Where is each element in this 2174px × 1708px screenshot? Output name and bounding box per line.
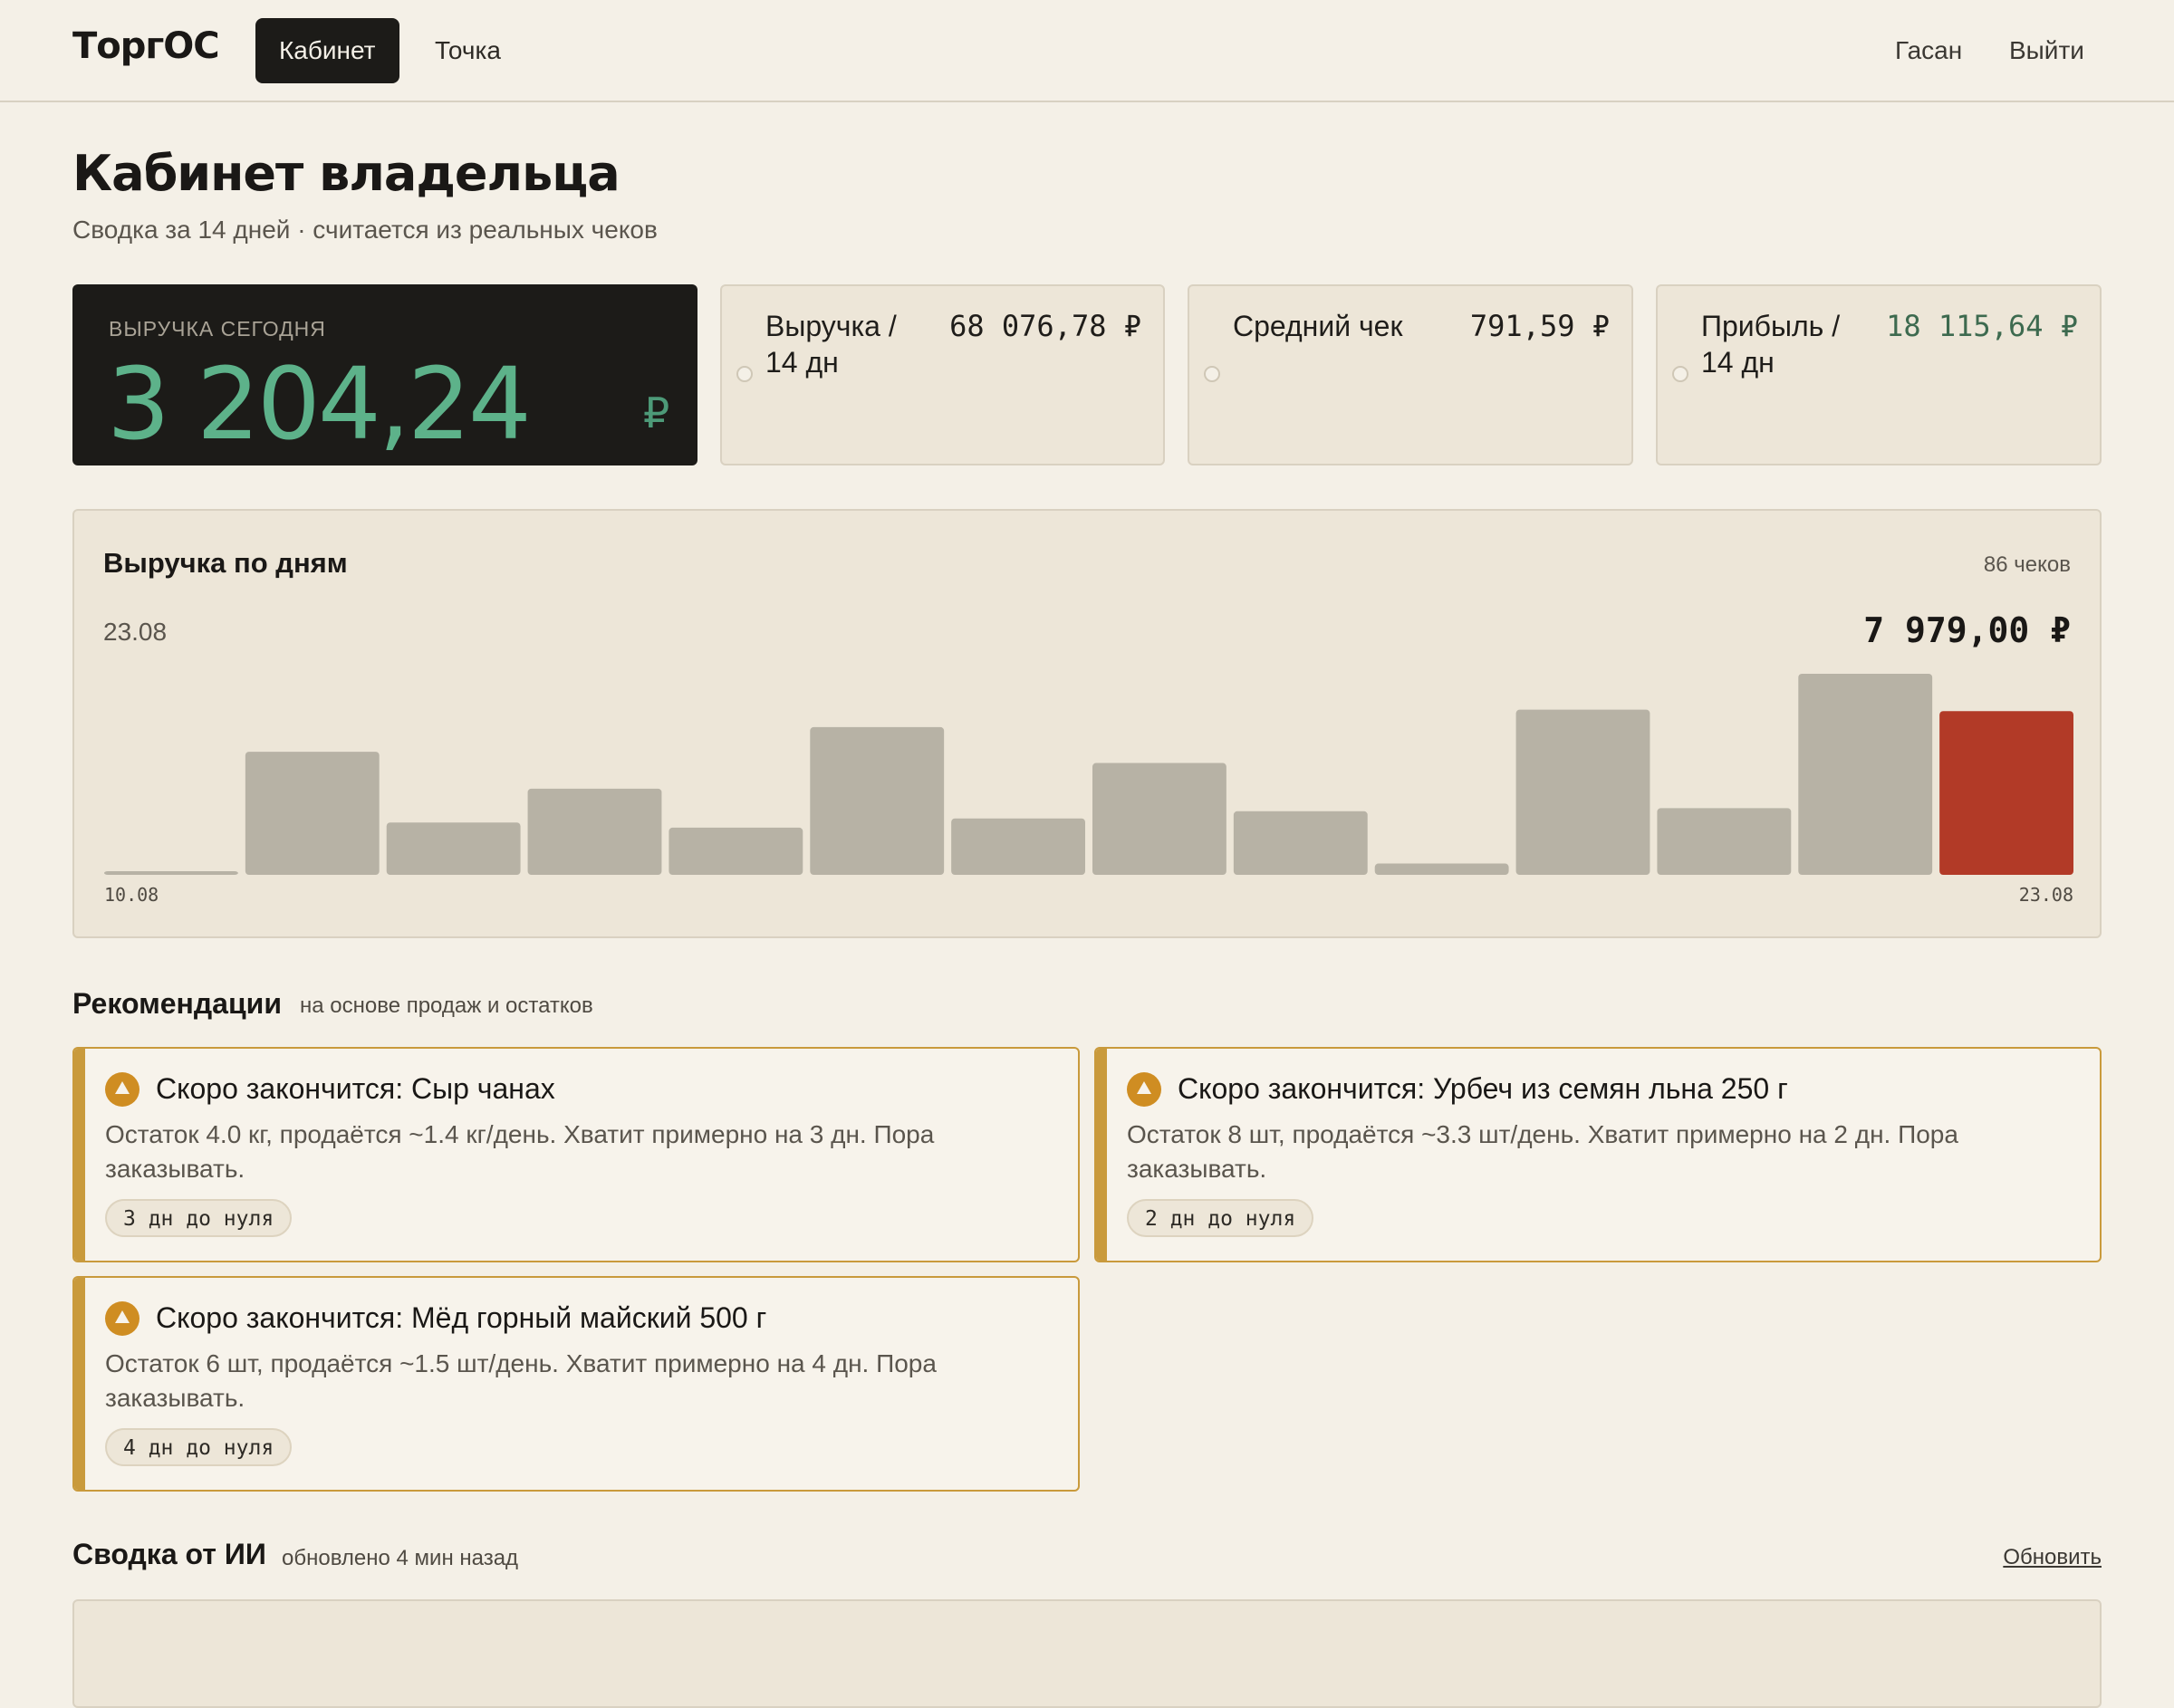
top-navigation: ТоргОС Кабинет Точка Гасан Выйти [0, 0, 2174, 102]
revenue-chart-panel: 10.08 23.08 Выручка по дням 86 чеков 23.0… [72, 509, 2102, 938]
page-subtitle: Сводка за 14 дней · считается из реальны… [72, 216, 658, 244]
warning-icon [105, 1072, 139, 1107]
kpi-label: Средний чек [1233, 310, 1403, 342]
days-left-badge: 4 дн до нуля [105, 1428, 293, 1466]
x-tick-label-end: 23.08 [2019, 884, 2073, 906]
page-title: Кабинет владельца [72, 145, 620, 202]
chart-bar-19.08[interactable] [1374, 863, 1509, 875]
ai-summary-panel [72, 1599, 2102, 1708]
tab-point[interactable]: Точка [411, 18, 524, 83]
kpi-today-label: ВЫРУЧКА СЕГОДНЯ [109, 317, 326, 341]
days-left-badge: 2 дн до нуля [1127, 1199, 1314, 1237]
chart-bar-10.08[interactable] [104, 871, 238, 875]
kpi-revenue-14d[interactable]: Выручка / 14 дн 68 076,78 ₽ [720, 284, 1165, 465]
days-left-badge: 3 дн до нуля [105, 1199, 293, 1237]
recommendations-subtitle: на основе продаж и остатков [300, 993, 593, 1018]
indicator-dot-icon [736, 366, 753, 382]
revenue-bar-chart: 10.08 23.08 [104, 674, 2073, 906]
kpi-label: Прибыль / 14 дн [1701, 310, 1841, 379]
user-name[interactable]: Гасан [1895, 18, 1962, 83]
ai-summary-updated: обновлено 4 мин назад [282, 1546, 519, 1570]
selected-date: 23.08 [103, 618, 168, 646]
app-logo[interactable]: ТоргОС [72, 25, 220, 67]
tab-cabinet[interactable]: Кабинет [255, 18, 399, 83]
kpi-value: 68 076,78 ₽ [949, 309, 1141, 343]
ruble-sign: ₽ [643, 389, 670, 437]
chart-bar-14.08[interactable] [669, 827, 803, 875]
indicator-dot-icon [1672, 366, 1688, 382]
chart-bar-17.08[interactable] [1092, 763, 1226, 875]
refresh-link[interactable]: Обновить [2003, 1545, 2102, 1570]
recommendation-text: Остаток 4.0 кг, продаётся ~1.4 кг/день. … [105, 1120, 935, 1183]
chart-bar-13.08[interactable] [527, 788, 662, 875]
warning-icon [105, 1301, 139, 1336]
indicator-dot-icon [1204, 366, 1220, 382]
recommendation-title: Скоро закончится: Урбеч из семян льна 25… [1178, 1072, 1788, 1105]
recommendation-title: Скоро закончится: Сыр чанах [156, 1072, 555, 1105]
kpi-today-value: 3 204,24 [107, 346, 532, 462]
chart-bar-20.08[interactable] [1515, 709, 1650, 875]
recommendation-text: Остаток 8 шт, продаётся ~3.3 шт/день. Хв… [1127, 1120, 1958, 1183]
recommendation-card[interactable]: Скоро закончится: Сыр чанах Остаток 4.0 … [72, 1047, 1080, 1262]
recommendation-text: Остаток 6 шт, продаётся ~1.5 шт/день. Хв… [105, 1349, 937, 1412]
chart-bar-15.08[interactable] [810, 726, 945, 875]
logout-button[interactable]: Выйти [2009, 18, 2084, 83]
kpi-label: Выручка / 14 дн [765, 310, 897, 379]
warning-icon [1127, 1072, 1161, 1107]
warning-stripe [1096, 1049, 1107, 1261]
recommendations-title: Рекомендации [72, 987, 282, 1020]
chart-bar-11.08[interactable] [245, 752, 380, 875]
kpi-revenue-today: ВЫРУЧКА СЕГОДНЯ 3 204,24 ₽ [72, 284, 697, 465]
chart-bar-21.08[interactable] [1657, 808, 1792, 875]
chart-bar-18.08[interactable] [1233, 811, 1368, 875]
selected-total: 7 979,00 ₽ [1863, 610, 2071, 650]
kpi-value: 791,59 ₽ [1469, 309, 1610, 343]
kpi-average-check[interactable]: Средний чек 791,59 ₽ [1188, 284, 1633, 465]
recommendation-title: Скоро закончится: Мёд горный майский 500… [156, 1301, 767, 1334]
recommendation-card[interactable]: Скоро закончится: Урбеч из семян льна 25… [1094, 1047, 2102, 1262]
receipt-count: 86 чеков [1983, 552, 2071, 577]
chart-bar-23.08[interactable] [1939, 711, 2073, 875]
ai-summary-title: Сводка от ИИ [72, 1538, 266, 1570]
chart-bar-16.08[interactable] [951, 818, 1085, 875]
recommendation-card[interactable]: Скоро закончится: Мёд горный майский 500… [72, 1276, 1080, 1492]
chart-bar-12.08[interactable] [386, 822, 521, 875]
warning-stripe [74, 1049, 85, 1261]
chart-bar-22.08[interactable] [1798, 674, 1933, 875]
x-tick-label-start: 10.08 [104, 884, 159, 906]
chart-title: Выручка по дням [103, 547, 348, 579]
kpi-profit-14d[interactable]: Прибыль / 14 дн 18 115,64 ₽ [1656, 284, 2102, 465]
kpi-value: 18 115,64 ₽ [1886, 309, 2078, 343]
warning-stripe [74, 1278, 85, 1490]
